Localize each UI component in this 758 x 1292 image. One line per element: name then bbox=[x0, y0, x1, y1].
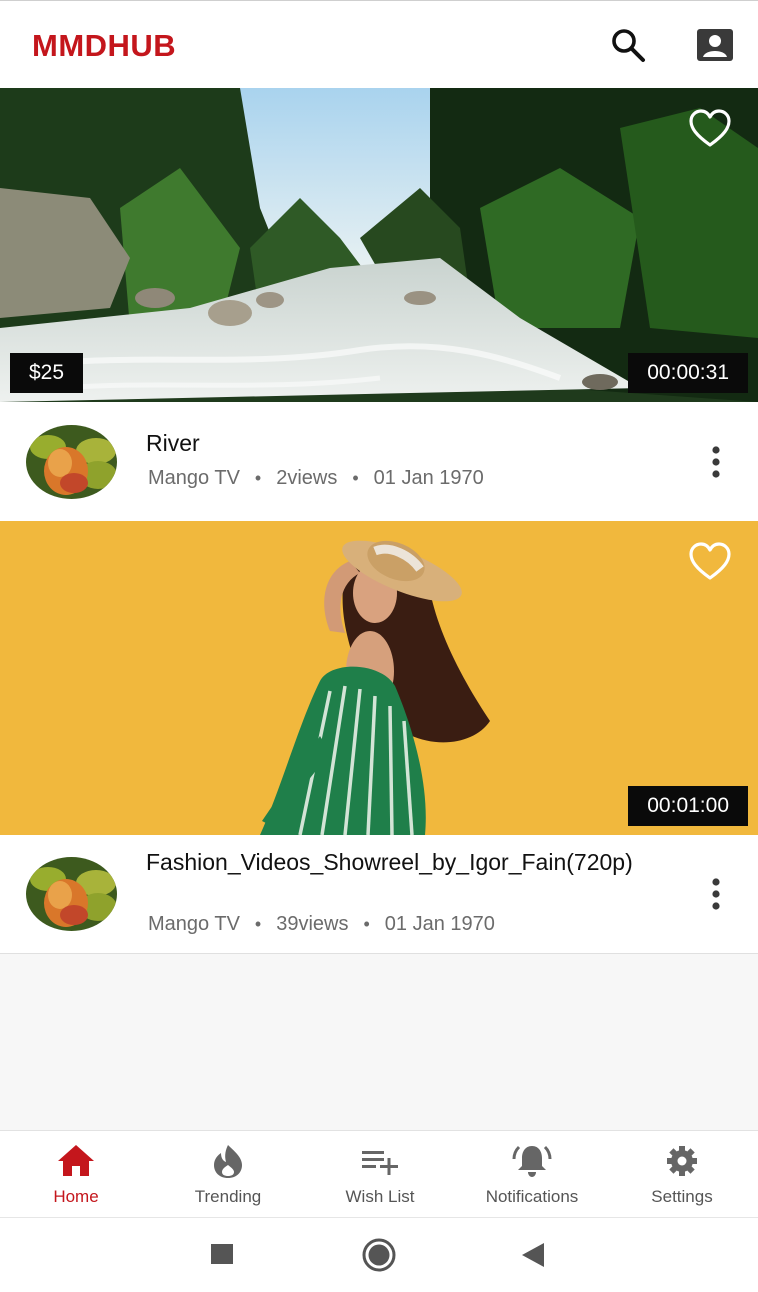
app-logo[interactable]: MMDHUB bbox=[32, 28, 176, 64]
video-info[interactable]: Fashion_Videos_Showreel_by_Igor_Fain(720… bbox=[0, 835, 758, 953]
flame-icon bbox=[214, 1145, 242, 1178]
video-thumbnail[interactable]: $25 00:00:31 bbox=[0, 88, 758, 402]
separator-dot: • bbox=[254, 914, 262, 934]
favorite-heart-icon[interactable] bbox=[688, 109, 732, 149]
video-title[interactable]: River bbox=[146, 430, 686, 457]
video-meta: Mango TV • 2views • 01 Jan 1970 bbox=[148, 467, 484, 490]
nav-label-settings: Settings bbox=[651, 1187, 713, 1206]
system-navigation-bar bbox=[0, 1218, 758, 1292]
duration-badge: 00:01:00 bbox=[628, 786, 748, 826]
video-card[interactable]: $25 00:00:31 River Mango TV • 2views • 01 Ja… bbox=[0, 88, 758, 521]
view-count: 2views bbox=[276, 467, 338, 489]
nav-item-home[interactable]: Home bbox=[0, 1131, 152, 1219]
duration-badge: 00:00:31 bbox=[628, 353, 748, 393]
nav-label-notifications: Notifications bbox=[485, 1187, 579, 1206]
bell-icon bbox=[512, 1145, 552, 1177]
channel-avatar[interactable] bbox=[26, 425, 117, 499]
nav-item-settings[interactable]: Settings bbox=[606, 1131, 758, 1219]
nav-item-wish-list[interactable]: Wish List bbox=[304, 1131, 456, 1219]
video-thumbnail[interactable]: 00:01:00 bbox=[0, 521, 758, 835]
top-app-bar: MMDHUB bbox=[0, 0, 758, 88]
nav-item-trending[interactable]: Trending bbox=[152, 1131, 304, 1219]
video-card[interactable]: 00:01:00 Fashion_Videos_Showreel_by_Igor… bbox=[0, 521, 758, 954]
more-vertical-icon[interactable] bbox=[704, 874, 728, 914]
playlist-add-icon bbox=[362, 1151, 398, 1175]
view-count: 39views bbox=[276, 913, 349, 935]
home-icon bbox=[58, 1145, 94, 1176]
account-box-icon[interactable] bbox=[695, 25, 735, 65]
favorite-heart-icon[interactable] bbox=[688, 542, 732, 582]
video-title[interactable]: Fashion_Videos_Showreel_by_Igor_Fain(720… bbox=[146, 849, 671, 876]
home-circle-icon[interactable] bbox=[359, 1238, 399, 1272]
nav-label-wish-list: Wish List bbox=[345, 1187, 415, 1206]
separator-dot: • bbox=[254, 468, 262, 488]
price-badge: $25 bbox=[10, 353, 84, 393]
channel-name[interactable]: Mango TV bbox=[148, 467, 240, 489]
recents-square-icon[interactable] bbox=[202, 1238, 242, 1272]
channel-name[interactable]: Mango TV bbox=[148, 913, 240, 935]
more-vertical-icon[interactable] bbox=[704, 442, 728, 482]
bottom-navigation: Home Trending Wish List Notifications Se… bbox=[0, 1130, 758, 1218]
upload-date: 01 Jan 1970 bbox=[384, 913, 495, 935]
back-triangle-icon[interactable] bbox=[514, 1238, 554, 1272]
video-info[interactable]: River Mango TV • 2views • 01 Jan 1970 bbox=[0, 402, 758, 521]
separator-dot: • bbox=[352, 468, 359, 488]
gear-icon bbox=[667, 1146, 697, 1176]
nav-label-home: Home bbox=[53, 1187, 99, 1206]
separator-dot: • bbox=[363, 914, 370, 934]
video-meta: Mango TV • 39views • 01 Jan 1970 bbox=[148, 913, 495, 936]
upload-date: 01 Jan 1970 bbox=[373, 467, 484, 489]
nav-label-trending: Trending bbox=[194, 1187, 262, 1206]
search-icon[interactable] bbox=[608, 25, 648, 65]
channel-avatar[interactable] bbox=[26, 857, 117, 931]
app-screen: MMDHUB $25 00:00:31 River Mango TV • 2vi… bbox=[0, 0, 758, 1292]
nav-item-notifications[interactable]: Notifications bbox=[456, 1131, 608, 1219]
